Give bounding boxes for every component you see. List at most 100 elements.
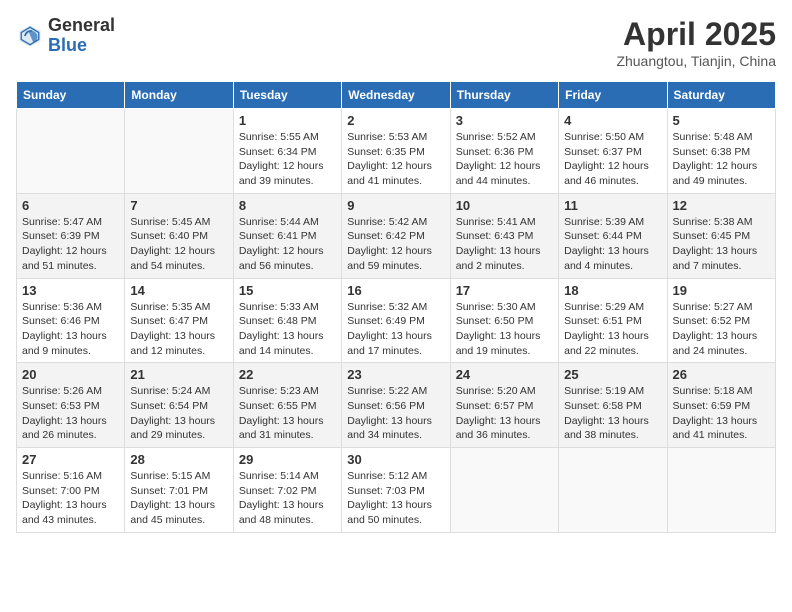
day-info: Sunrise: 5:50 AM Sunset: 6:37 PM Dayligh…: [564, 130, 661, 189]
weekday-header-tuesday: Tuesday: [233, 82, 341, 109]
calendar-day-cell: 4 Sunrise: 5:50 AM Sunset: 6:37 PM Daylig…: [559, 109, 667, 194]
calendar-day-cell: 20Sunrise: 5:26 AM Sunset: 6:53 PM Dayli…: [17, 363, 125, 448]
calendar-week-row: 27 Sunrise: 5:16 AM Sunset: 7:00 PM Dayli…: [17, 448, 776, 533]
day-number: 19: [673, 283, 770, 298]
day-info: Sunrise: 5:55 AM Sunset: 6:34 PM Dayligh…: [239, 130, 336, 189]
calendar-day-cell: [125, 109, 233, 194]
calendar-day-cell: 1 Sunrise: 5:55 AM Sunset: 6:34 PM Daylig…: [233, 109, 341, 194]
calendar-day-cell: 27 Sunrise: 5:16 AM Sunset: 7:00 PM Dayli…: [17, 448, 125, 533]
calendar-day-cell: 11 Sunrise: 5:39 AM Sunset: 6:44 PM Dayli…: [559, 193, 667, 278]
day-info: Sunrise: 5:48 AM Sunset: 6:38 PM Dayligh…: [673, 130, 770, 189]
day-number: 10: [456, 198, 553, 213]
calendar-day-cell: 22Sunrise: 5:23 AM Sunset: 6:55 PM Dayli…: [233, 363, 341, 448]
day-info: Sunrise: 5:27 AM Sunset: 6:52 PM Dayligh…: [673, 300, 770, 359]
calendar-day-cell: 24Sunrise: 5:20 AM Sunset: 6:57 PM Dayli…: [450, 363, 558, 448]
calendar-day-cell: 9 Sunrise: 5:42 AM Sunset: 6:42 PM Daylig…: [342, 193, 450, 278]
day-number: 3: [456, 113, 553, 128]
day-number: 1: [239, 113, 336, 128]
calendar-day-cell: 21 Sunrise: 5:24 AM Sunset: 6:54 PM Dayli…: [125, 363, 233, 448]
calendar-day-cell: [17, 109, 125, 194]
calendar-day-cell: 8 Sunrise: 5:44 AM Sunset: 6:41 PM Daylig…: [233, 193, 341, 278]
weekday-header-friday: Friday: [559, 82, 667, 109]
weekday-header-row: SundayMondayTuesdayWednesdayThursdayFrid…: [17, 82, 776, 109]
day-info: Sunrise: 5:15 AM Sunset: 7:01 PM Dayligh…: [130, 469, 227, 528]
day-number: 28: [130, 452, 227, 467]
day-info: Sunrise: 5:35 AM Sunset: 6:47 PM Dayligh…: [130, 300, 227, 359]
calendar-week-row: 6 Sunrise: 5:47 AM Sunset: 6:39 PM Daylig…: [17, 193, 776, 278]
weekday-header-saturday: Saturday: [667, 82, 775, 109]
calendar-day-cell: 25Sunrise: 5:19 AM Sunset: 6:58 PM Dayli…: [559, 363, 667, 448]
logo: General Blue: [16, 16, 115, 56]
day-info: Sunrise: 5:45 AM Sunset: 6:40 PM Dayligh…: [130, 215, 227, 274]
calendar-day-cell: 2Sunrise: 5:53 AM Sunset: 6:35 PM Daylig…: [342, 109, 450, 194]
day-info: Sunrise: 5:53 AM Sunset: 6:35 PM Dayligh…: [347, 130, 444, 189]
day-number: 7: [130, 198, 227, 213]
day-number: 4: [564, 113, 661, 128]
calendar-day-cell: 10 Sunrise: 5:41 AM Sunset: 6:43 PM Dayli…: [450, 193, 558, 278]
calendar-day-cell: 7 Sunrise: 5:45 AM Sunset: 6:40 PM Daylig…: [125, 193, 233, 278]
day-info: Sunrise: 5:16 AM Sunset: 7:00 PM Dayligh…: [22, 469, 119, 528]
day-info: Sunrise: 5:32 AM Sunset: 6:49 PM Dayligh…: [347, 300, 444, 359]
calendar-week-row: 1 Sunrise: 5:55 AM Sunset: 6:34 PM Daylig…: [17, 109, 776, 194]
day-info: Sunrise: 5:39 AM Sunset: 6:44 PM Dayligh…: [564, 215, 661, 274]
day-info: Sunrise: 5:18 AM Sunset: 6:59 PM Dayligh…: [673, 384, 770, 443]
day-info: Sunrise: 5:22 AM Sunset: 6:56 PM Dayligh…: [347, 384, 444, 443]
day-info: Sunrise: 5:24 AM Sunset: 6:54 PM Dayligh…: [130, 384, 227, 443]
logo-text: General Blue: [48, 16, 115, 56]
day-number: 26: [673, 367, 770, 382]
day-number: 15: [239, 283, 336, 298]
month-title: April 2025: [616, 16, 776, 53]
day-number: 8: [239, 198, 336, 213]
calendar-day-cell: [450, 448, 558, 533]
day-number: 11: [564, 198, 661, 213]
calendar-day-cell: 26 Sunrise: 5:18 AM Sunset: 6:59 PM Dayli…: [667, 363, 775, 448]
day-number: 27: [22, 452, 119, 467]
day-number: 30: [347, 452, 444, 467]
calendar-day-cell: [559, 448, 667, 533]
location: Zhuangtou, Tianjin, China: [616, 53, 776, 69]
day-number: 6: [22, 198, 119, 213]
day-number: 12: [673, 198, 770, 213]
calendar-day-cell: 15 Sunrise: 5:33 AM Sunset: 6:48 PM Dayli…: [233, 278, 341, 363]
day-number: 23: [347, 367, 444, 382]
day-info: Sunrise: 5:20 AM Sunset: 6:57 PM Dayligh…: [456, 384, 553, 443]
day-info: Sunrise: 5:30 AM Sunset: 6:50 PM Dayligh…: [456, 300, 553, 359]
calendar-day-cell: 18Sunrise: 5:29 AM Sunset: 6:51 PM Dayli…: [559, 278, 667, 363]
calendar-day-cell: 19 Sunrise: 5:27 AM Sunset: 6:52 PM Dayli…: [667, 278, 775, 363]
page-header: General Blue April 2025 Zhuangtou, Tianj…: [16, 16, 776, 69]
day-number: 29: [239, 452, 336, 467]
day-info: Sunrise: 5:41 AM Sunset: 6:43 PM Dayligh…: [456, 215, 553, 274]
calendar-day-cell: 29 Sunrise: 5:14 AM Sunset: 7:02 PM Dayli…: [233, 448, 341, 533]
day-number: 13: [22, 283, 119, 298]
calendar-day-cell: 5 Sunrise: 5:48 AM Sunset: 6:38 PM Daylig…: [667, 109, 775, 194]
calendar-day-cell: 6 Sunrise: 5:47 AM Sunset: 6:39 PM Daylig…: [17, 193, 125, 278]
calendar-day-cell: 13 Sunrise: 5:36 AM Sunset: 6:46 PM Dayli…: [17, 278, 125, 363]
day-info: Sunrise: 5:47 AM Sunset: 6:39 PM Dayligh…: [22, 215, 119, 274]
weekday-header-wednesday: Wednesday: [342, 82, 450, 109]
calendar-day-cell: [667, 448, 775, 533]
day-info: Sunrise: 5:36 AM Sunset: 6:46 PM Dayligh…: [22, 300, 119, 359]
day-info: Sunrise: 5:19 AM Sunset: 6:58 PM Dayligh…: [564, 384, 661, 443]
title-block: April 2025 Zhuangtou, Tianjin, China: [616, 16, 776, 69]
day-info: Sunrise: 5:23 AM Sunset: 6:55 PM Dayligh…: [239, 384, 336, 443]
calendar-week-row: 20Sunrise: 5:26 AM Sunset: 6:53 PM Dayli…: [17, 363, 776, 448]
day-info: Sunrise: 5:38 AM Sunset: 6:45 PM Dayligh…: [673, 215, 770, 274]
day-info: Sunrise: 5:42 AM Sunset: 6:42 PM Dayligh…: [347, 215, 444, 274]
day-info: Sunrise: 5:26 AM Sunset: 6:53 PM Dayligh…: [22, 384, 119, 443]
day-info: Sunrise: 5:52 AM Sunset: 6:36 PM Dayligh…: [456, 130, 553, 189]
day-number: 5: [673, 113, 770, 128]
calendar-day-cell: 30Sunrise: 5:12 AM Sunset: 7:03 PM Dayli…: [342, 448, 450, 533]
day-number: 21: [130, 367, 227, 382]
weekday-header-sunday: Sunday: [17, 82, 125, 109]
calendar-day-cell: 3 Sunrise: 5:52 AM Sunset: 6:36 PM Daylig…: [450, 109, 558, 194]
day-number: 17: [456, 283, 553, 298]
day-info: Sunrise: 5:14 AM Sunset: 7:02 PM Dayligh…: [239, 469, 336, 528]
day-info: Sunrise: 5:44 AM Sunset: 6:41 PM Dayligh…: [239, 215, 336, 274]
weekday-header-monday: Monday: [125, 82, 233, 109]
weekday-header-thursday: Thursday: [450, 82, 558, 109]
logo-icon: [16, 22, 44, 50]
day-number: 9: [347, 198, 444, 213]
day-info: Sunrise: 5:33 AM Sunset: 6:48 PM Dayligh…: [239, 300, 336, 359]
calendar-day-cell: 28 Sunrise: 5:15 AM Sunset: 7:01 PM Dayli…: [125, 448, 233, 533]
day-number: 16: [347, 283, 444, 298]
